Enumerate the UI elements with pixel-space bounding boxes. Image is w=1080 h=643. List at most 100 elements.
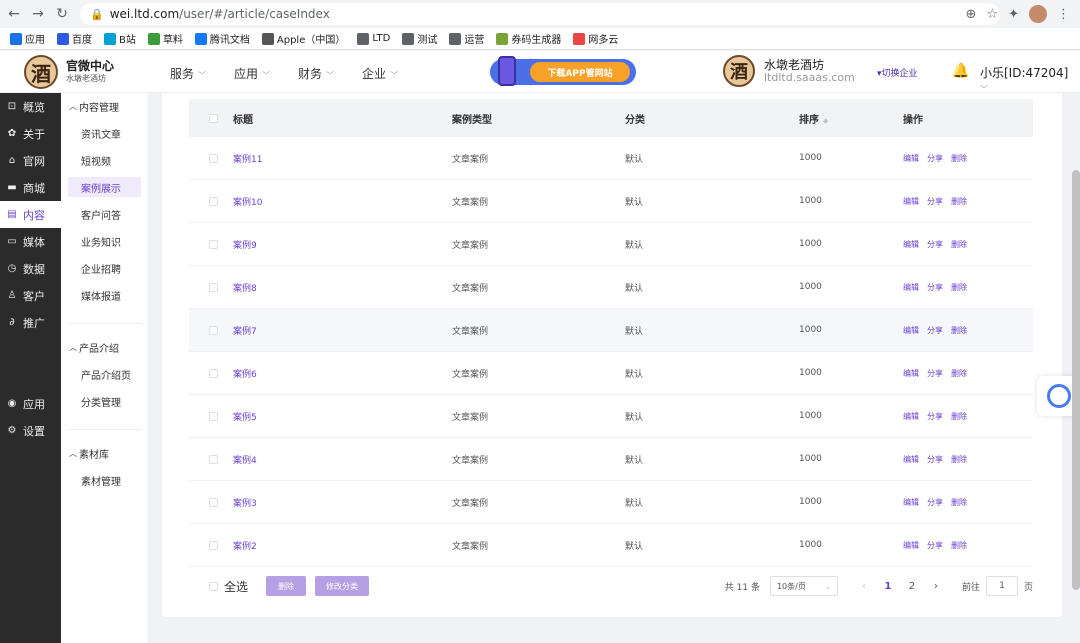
goto-page-input[interactable]: 1 [985, 576, 1018, 596]
row-title-link[interactable]: 案例6 [233, 367, 452, 380]
row-edit-button[interactable]: 编辑 [903, 196, 919, 207]
select-all-header-checkbox[interactable] [209, 113, 218, 123]
bookmark-item[interactable]: 应用 [10, 31, 45, 46]
row-title-link[interactable]: 案例11 [233, 152, 452, 165]
row-title-link[interactable]: 案例9 [233, 238, 452, 251]
sidebar-item-2[interactable]: ⌂ 官网 [0, 147, 61, 174]
row-delete-button[interactable]: 删除 [951, 282, 967, 293]
row-delete-button[interactable]: 删除 [951, 368, 967, 379]
menu-icon[interactable]: ⋮ [1057, 7, 1070, 22]
bookmark-item[interactable]: 测试 [402, 31, 437, 46]
sub-item[interactable]: 业务知识 [61, 228, 148, 255]
nav-item-3[interactable]: 企业 ﹀ [362, 65, 398, 82]
row-edit-button[interactable]: 编辑 [903, 454, 919, 465]
page-1[interactable]: 1 [876, 581, 900, 592]
extensions-icon[interactable]: ✦ [1008, 7, 1019, 22]
row-share-button[interactable]: 分享 [927, 282, 943, 293]
row-edit-button[interactable]: 编辑 [903, 153, 919, 164]
modify-category-button[interactable]: 修改分类 [315, 576, 370, 596]
sub-item[interactable]: 资讯文章 [61, 120, 148, 147]
row-edit-button[interactable]: 编辑 [903, 540, 919, 551]
bookmark-item[interactable]: 腾讯文档 [194, 31, 250, 46]
bookmark-item[interactable]: B站 [104, 31, 136, 46]
sidebar-item-4[interactable]: ▤ 内容 [0, 201, 61, 228]
row-checkbox[interactable] [209, 497, 218, 507]
row-title-link[interactable]: 案例2 [233, 539, 452, 552]
address-bar[interactable]: 🔒 wei.ltd.com /user/#/article/caseIndex [80, 3, 1000, 25]
row-edit-button[interactable]: 编辑 [903, 411, 919, 422]
bookmark-item[interactable]: LTD [357, 32, 390, 45]
row-checkbox[interactable] [209, 540, 218, 550]
row-share-button[interactable]: 分享 [927, 454, 943, 465]
zoom-icon[interactable]: ⊕ [966, 7, 977, 22]
sidebar-item-6[interactable]: ◷ 数据 [0, 255, 61, 282]
row-edit-button[interactable]: 编辑 [903, 368, 919, 379]
page-size-select[interactable]: 10条/页 ⌄ [769, 576, 838, 596]
row-title-link[interactable]: 案例3 [233, 496, 452, 509]
sidebar-bottom-item-0[interactable]: ◉ 应用 [0, 390, 61, 417]
row-checkbox[interactable] [209, 411, 218, 421]
row-delete-button[interactable]: 删除 [951, 239, 967, 250]
nav-item-0[interactable]: 服务 ﹀ [170, 65, 206, 82]
row-title-link[interactable]: 案例5 [233, 410, 452, 423]
bookmark-item[interactable]: Apple（中国） [261, 31, 345, 46]
row-delete-button[interactable]: 删除 [951, 153, 967, 164]
sub-group-title[interactable]: ︿ 内容管理 [61, 93, 148, 120]
bookmark-item[interactable]: 券码生成器 [496, 31, 561, 46]
sub-group-title[interactable]: ︿ 产品介绍 [61, 334, 148, 361]
row-checkbox[interactable] [209, 325, 218, 335]
sidebar-item-3[interactable]: ▬ 商城 [0, 174, 61, 201]
reload-icon[interactable]: ↻ [52, 4, 72, 24]
sidebar-item-8[interactable]: ∂ 推广 [0, 309, 61, 336]
bookmark-item[interactable]: 百度 [57, 31, 92, 46]
sub-item[interactable]: 产品介绍页 [61, 361, 148, 388]
row-delete-button[interactable]: 删除 [951, 497, 967, 508]
sort-icon[interactable]: ◆ [823, 117, 828, 125]
row-delete-button[interactable]: 删除 [951, 540, 967, 551]
row-checkbox[interactable] [209, 282, 218, 292]
batch-delete-button[interactable]: 删除 [266, 576, 307, 596]
bookmark-item[interactable]: 草料 [147, 31, 183, 46]
bell-icon[interactable]: 🔔 [952, 63, 969, 79]
sub-item[interactable]: 分类管理 [61, 388, 148, 415]
sub-item[interactable]: 短视频 [61, 147, 148, 174]
select-all-checkbox[interactable] [209, 581, 218, 591]
sidebar-bottom-item-1[interactable]: ⚙ 设置 [0, 417, 61, 444]
row-share-button[interactable]: 分享 [927, 325, 943, 336]
sub-group-title[interactable]: ︿ 素材库 [61, 440, 148, 467]
page-scrollbar[interactable] [1072, 170, 1080, 590]
row-share-button[interactable]: 分享 [927, 540, 943, 551]
row-checkbox[interactable] [209, 239, 218, 249]
row-checkbox[interactable] [209, 368, 218, 378]
row-title-link[interactable]: 案例7 [233, 324, 452, 337]
row-title-link[interactable]: 案例10 [233, 195, 452, 208]
row-edit-button[interactable]: 编辑 [903, 239, 919, 250]
row-checkbox[interactable] [209, 196, 218, 206]
switch-corp-link[interactable]: ▾切换企业 [877, 66, 918, 79]
bookmark-item[interactable]: 运营 [449, 31, 484, 46]
bookmark-item[interactable]: 网多云 [573, 31, 618, 46]
user-menu[interactable]: 小乐[ID:47204] ﹀ [980, 64, 1080, 95]
sidebar-item-1[interactable]: ✿ 关于 [0, 120, 61, 147]
sub-item[interactable]: 素材管理 [61, 467, 148, 494]
row-share-button[interactable]: 分享 [927, 497, 943, 508]
page-2[interactable]: 2 [900, 581, 924, 592]
row-share-button[interactable]: 分享 [927, 239, 943, 250]
next-page-icon[interactable]: › [924, 581, 948, 592]
row-delete-button[interactable]: 删除 [951, 325, 967, 336]
prev-page-icon[interactable]: ‹ [852, 581, 876, 592]
profile-avatar[interactable] [1029, 5, 1047, 23]
forward-icon[interactable]: → [28, 4, 48, 24]
row-edit-button[interactable]: 编辑 [903, 497, 919, 508]
row-edit-button[interactable]: 编辑 [903, 282, 919, 293]
row-delete-button[interactable]: 删除 [951, 454, 967, 465]
row-delete-button[interactable]: 删除 [951, 196, 967, 207]
row-share-button[interactable]: 分享 [927, 411, 943, 422]
row-title-link[interactable]: 案例8 [233, 281, 452, 294]
back-icon[interactable]: ← [4, 4, 24, 24]
row-delete-button[interactable]: 删除 [951, 411, 967, 422]
row-share-button[interactable]: 分享 [927, 196, 943, 207]
star-icon[interactable]: ☆ [986, 7, 998, 22]
sub-item[interactable]: 媒体报道 [61, 282, 148, 309]
sub-item[interactable]: 客户问答 [61, 201, 148, 228]
